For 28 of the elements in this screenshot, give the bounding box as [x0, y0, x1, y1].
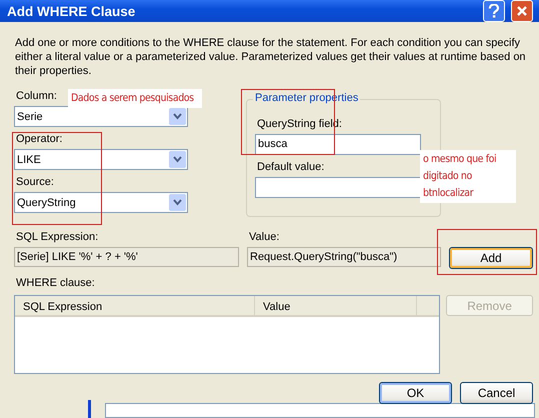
close-icon: [516, 5, 528, 17]
value-field[interactable]: Request.QueryString("busca"): [247, 247, 441, 267]
field-label: Value:: [249, 231, 280, 243]
help-button[interactable]: [483, 0, 505, 22]
window-title: Add WHERE Clause: [7, 4, 136, 18]
sql-expression-field[interactable]: [Serie] LIKE '%' + ? + '%': [14, 247, 239, 267]
add-button[interactable]: Add: [449, 247, 533, 269]
field-label: Source:: [16, 176, 54, 188]
dropdown-field[interactable]: Serie: [14, 106, 188, 127]
column-header[interactable]: Value: [255, 296, 417, 315]
column-header[interactable]: SQL Expression: [15, 296, 255, 315]
text-field[interactable]: [255, 177, 421, 198]
text-field[interactable]: busca: [255, 134, 421, 155]
field-label: Operator:: [16, 133, 62, 145]
field-label: WHERE clause:: [16, 277, 95, 289]
field-label: Default value:: [257, 161, 324, 173]
close-button[interactable]: [511, 0, 533, 22]
annotation-note: o mesmo que foi digitado no btnlocalizar: [420, 150, 516, 203]
dropdown-field[interactable]: QueryString: [14, 192, 188, 213]
help-icon: [488, 4, 500, 18]
annotation-note: Dados a serem pesquisados: [68, 89, 202, 108]
where-clause-list[interactable]: SQL Expression Value: [14, 295, 440, 374]
field-label: SQL Expression:: [16, 231, 98, 243]
ok-button[interactable]: OK: [379, 382, 452, 404]
cancel-button[interactable]: Cancel: [460, 382, 533, 404]
dropdown-field[interactable]: LIKE: [14, 149, 188, 170]
field-label: Column:: [16, 90, 57, 102]
description-text: Add one or more conditions to the WHERE clause for the statement. For each condition you can specify either a literal value or a parameterized value. Parameterized values get their values at runtime based on their properties.: [15, 36, 527, 78]
